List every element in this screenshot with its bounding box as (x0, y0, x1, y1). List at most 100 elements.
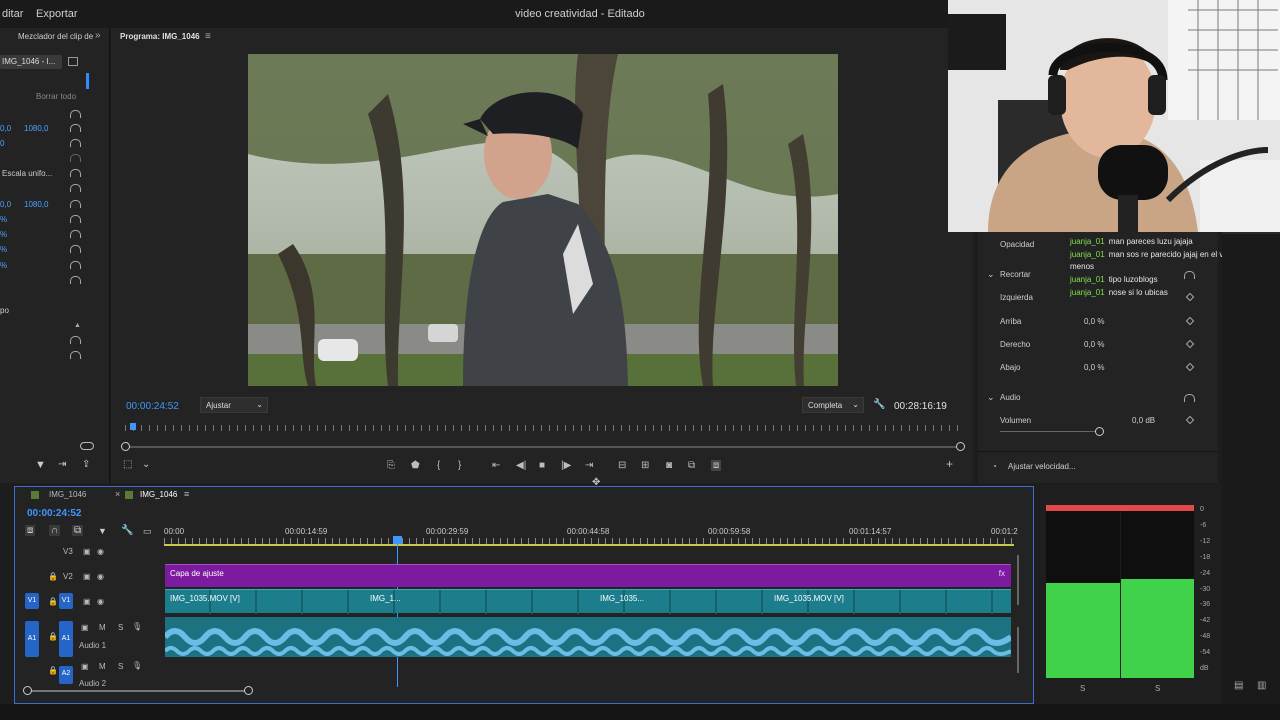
bottom-value[interactable]: 0,0 % (1084, 363, 1104, 372)
chevron-down-icon[interactable]: ⌄ (987, 392, 995, 403)
collapse-up-icon[interactable]: ▲ (74, 322, 81, 329)
folder-icon[interactable]: ▤ (1234, 680, 1243, 691)
position-y[interactable]: 1080,0 (24, 124, 48, 133)
pct-value[interactable]: % (0, 215, 7, 224)
comparison-view-icon[interactable]: ⧉ (688, 460, 695, 471)
volume-slider-handle[interactable] (1095, 427, 1104, 436)
timeline-playhead[interactable] (393, 536, 402, 544)
volume-slider-track[interactable] (1000, 431, 1100, 432)
adjust-speed-button[interactable]: Ajustar velocidad... (1008, 462, 1076, 471)
zoom-handle-right[interactable] (956, 442, 965, 451)
scroll-handle-left[interactable] (23, 686, 32, 695)
overlay-toggle-icon[interactable]: ⧈ (711, 460, 722, 471)
menu-icon[interactable]: ≡ (184, 489, 189, 499)
solo-right-button[interactable]: S (1155, 684, 1160, 693)
step-back-icon[interactable]: ◀| (516, 460, 526, 471)
chevron-right-double-icon[interactable]: » (95, 30, 101, 41)
reset-icon[interactable] (70, 351, 81, 359)
adjustment-layer-clip[interactable]: Capa de ajuste fx (165, 564, 1011, 587)
solo-left-button[interactable]: S (1080, 684, 1085, 693)
source-track-a1[interactable]: A1 (25, 621, 39, 657)
track-label-a2[interactable]: A2 (59, 666, 73, 684)
lift-icon[interactable]: ⊟ (618, 460, 626, 471)
mute-button[interactable]: M (99, 662, 106, 671)
volume-value[interactable]: 0,0 dB (1132, 416, 1155, 425)
step-forward-icon[interactable]: |▶ (561, 460, 571, 471)
vertical-scrollbar-video[interactable] (1017, 555, 1019, 605)
camera-icon[interactable]: ◙ (666, 460, 672, 471)
extract-icon[interactable]: ⊞ (641, 460, 649, 471)
value-zero[interactable]: 0 (0, 139, 4, 148)
wrench-icon[interactable]: 🔧 (121, 525, 133, 536)
reset-icon[interactable] (70, 169, 81, 177)
vertical-scrollbar-audio[interactable] (1017, 627, 1019, 673)
fit-select[interactable]: Ajustar ⌄ (200, 397, 268, 413)
current-timecode[interactable]: 00:00:24:52 (126, 401, 179, 412)
reset-icon[interactable] (1184, 394, 1195, 402)
microphone-icon[interactable]: 🎙 (132, 661, 142, 670)
zoom-bar[interactable] (125, 446, 961, 448)
toggle-sync-icon[interactable]: ▣ (83, 547, 91, 556)
toggle-sync-icon[interactable]: ▣ (83, 572, 91, 581)
eye-icon[interactable]: ◉ (97, 597, 104, 606)
source-track-v1[interactable]: V1 (25, 593, 39, 609)
wrench-icon[interactable]: 🔧 (873, 399, 885, 410)
reset-icon[interactable] (70, 139, 81, 147)
play-only-audio-icon[interactable]: ⇥ (58, 459, 66, 470)
close-icon[interactable]: × (115, 489, 120, 499)
keyframe-icon[interactable] (1185, 415, 1195, 425)
trash-icon[interactable]: ▥ (1257, 680, 1266, 691)
stop-icon[interactable]: ■ (539, 460, 545, 471)
link-icon[interactable] (80, 442, 94, 450)
solo-button[interactable]: S (118, 623, 123, 632)
nest-icon[interactable]: ⧈ (25, 525, 36, 536)
tab-sequence-2[interactable]: IMG_1046 (140, 490, 177, 499)
filter-icon[interactable]: ▼ (35, 459, 46, 471)
keyframe-icon[interactable] (1185, 339, 1195, 349)
keyframe-icon[interactable] (1185, 362, 1195, 372)
track-label-v1[interactable]: V1 (59, 593, 73, 609)
clip-select[interactable]: IMG_1046 - I... (0, 55, 62, 69)
position-x[interactable]: 0,0 (0, 124, 11, 133)
reset-icon[interactable] (70, 110, 81, 118)
reset-icon[interactable] (70, 336, 81, 344)
pct-value[interactable]: % (0, 245, 7, 254)
captions-icon[interactable]: ▭ (143, 526, 152, 537)
lock-icon[interactable]: 🔒 (48, 666, 58, 675)
eye-icon[interactable]: ◉ (97, 572, 104, 581)
toggle-sync-icon[interactable]: ▣ (83, 597, 91, 606)
reset-icon[interactable] (70, 261, 81, 269)
video-track-v1[interactable]: IMG_1035.MOV [V] IMG_1... IMG_1035... IM… (165, 589, 1011, 614)
reset-icon[interactable] (70, 245, 81, 253)
marker-icon[interactable]: ⬟ (411, 460, 420, 471)
reset-icon[interactable] (70, 276, 81, 284)
tab-sequence-1[interactable]: IMG_1046 (49, 490, 86, 499)
playhead[interactable] (130, 423, 136, 430)
tab-clip-mixer[interactable]: Mezclador del clip de (18, 32, 93, 41)
solo-button[interactable]: S (118, 662, 123, 671)
reset-icon[interactable] (70, 154, 81, 162)
safe-margins-icon[interactable]: ⬚ (123, 459, 132, 470)
go-to-out-icon[interactable]: ⇥ (585, 460, 593, 471)
snap-icon[interactable]: ∩ (49, 525, 61, 536)
toggle-sync-icon[interactable]: ▣ (81, 662, 89, 671)
chevron-down-icon[interactable]: ⌄ (142, 459, 150, 470)
pct-value[interactable]: % (0, 230, 7, 239)
mark-in-bracket-icon[interactable]: { (437, 460, 440, 471)
top-value[interactable]: 0,0 % (1084, 317, 1104, 326)
add-marker-icon[interactable]: ▼ (98, 526, 107, 536)
right-value[interactable]: 0,0 % (1084, 340, 1104, 349)
lock-icon[interactable]: 🔒 (48, 597, 58, 606)
lock-icon[interactable]: 🔒 (48, 632, 58, 641)
eye-icon[interactable]: ◉ (97, 547, 104, 556)
work-area-bar[interactable] (164, 544, 1014, 546)
anchor-y[interactable]: 1080,0 (24, 200, 48, 209)
horizontal-scrollbar[interactable] (27, 690, 249, 692)
linked-selection-icon[interactable]: ⧉ (72, 525, 84, 536)
reset-icon[interactable] (70, 215, 81, 223)
reset-icon[interactable] (70, 200, 81, 208)
go-to-in-icon[interactable]: ⇤ (492, 460, 500, 471)
toggle-sync-icon[interactable]: ▣ (81, 623, 89, 632)
reset-icon[interactable] (70, 124, 81, 132)
scroll-handle-right[interactable] (244, 686, 253, 695)
